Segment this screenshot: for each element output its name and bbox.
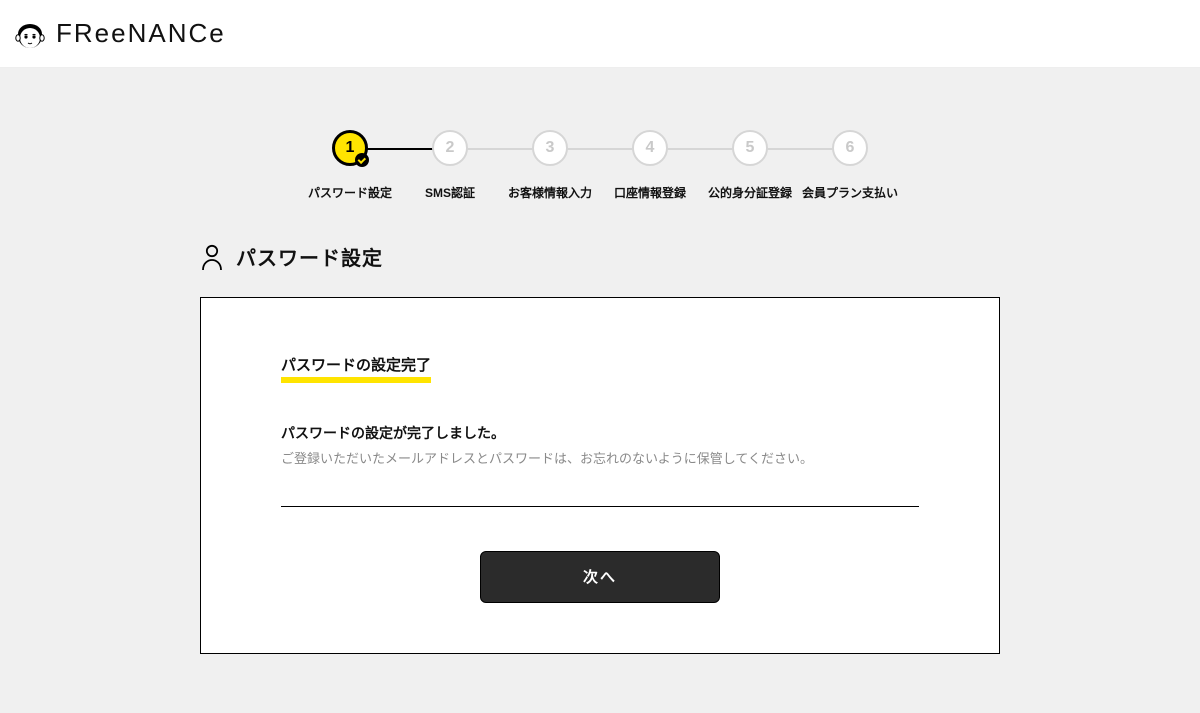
app-header: FReeNANCe xyxy=(0,0,1200,68)
step-label: 口座情報登録 xyxy=(614,184,686,202)
check-icon xyxy=(355,153,369,167)
complete-note: ご登録いただいたメールアドレスとパスワードは、お忘れのないように保管してください… xyxy=(281,449,919,470)
form-panel: パスワードの設定完了 パスワードの設定が完了しました。 ご登録いただいたメールア… xyxy=(200,297,1000,654)
step-label: お客様情報入力 xyxy=(508,184,592,202)
step-4: 4 口座情報登録 xyxy=(600,130,700,202)
step-number: 2 xyxy=(446,139,455,157)
button-row: 次へ xyxy=(281,551,919,603)
step-circle: 3 xyxy=(532,130,568,166)
face-icon xyxy=(12,16,48,52)
section-title: パスワード設定 xyxy=(236,242,383,271)
step-label: SMS認証 xyxy=(425,184,475,202)
brand-wordmark: FReeNANCe xyxy=(56,18,226,49)
section-header: パスワード設定 xyxy=(200,242,1000,271)
step-circle: 4 xyxy=(632,130,668,166)
content-wrap: パスワード設定 パスワードの設定完了 パスワードの設定が完了しました。 ご登録い… xyxy=(200,242,1000,654)
step-5: 5 公的身分証登録 xyxy=(700,130,800,202)
step-number: 1 xyxy=(346,139,355,157)
panel-body: パスワードの設定完了 パスワードの設定が完了しました。 ご登録いただいたメールア… xyxy=(281,354,919,507)
step-number: 6 xyxy=(846,139,855,157)
person-icon xyxy=(200,243,224,271)
progress-stepper: 1 パスワード設定 2 SMS認証 3 お客様情報入力 4 口座情報登録 5 公… xyxy=(0,130,1200,202)
step-circle: 5 xyxy=(732,130,768,166)
step-number: 5 xyxy=(746,139,755,157)
step-circle: 1 xyxy=(332,130,368,166)
step-circle: 6 xyxy=(832,130,868,166)
step-1: 1 パスワード設定 xyxy=(300,130,400,202)
step-label: 会員プラン支払い xyxy=(802,184,898,202)
step-6: 6 会員プラン支払い xyxy=(800,130,900,202)
complete-message: パスワードの設定が完了しました。 xyxy=(281,423,919,443)
main-content: 1 パスワード設定 2 SMS認証 3 お客様情報入力 4 口座情報登録 5 公… xyxy=(0,68,1200,713)
step-label: 公的身分証登録 xyxy=(708,184,792,202)
step-circle: 2 xyxy=(432,130,468,166)
step-number: 4 xyxy=(646,139,655,157)
brand-logo[interactable]: FReeNANCe xyxy=(12,16,226,52)
complete-title: パスワードの設定完了 xyxy=(281,354,431,383)
next-button[interactable]: 次へ xyxy=(480,551,720,603)
step-3: 3 お客様情報入力 xyxy=(500,130,600,202)
step-2: 2 SMS認証 xyxy=(400,130,500,202)
step-label: パスワード設定 xyxy=(308,184,392,202)
step-number: 3 xyxy=(546,139,555,157)
